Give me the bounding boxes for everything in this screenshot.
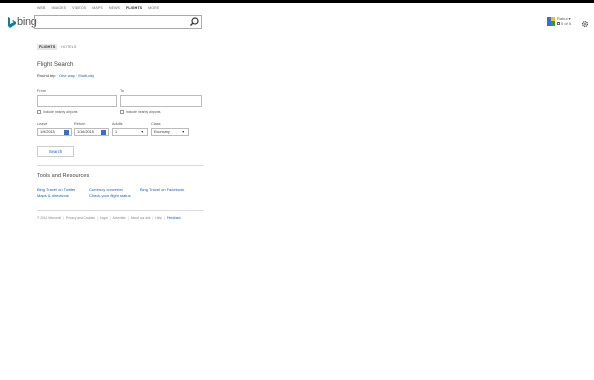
vertical-nav: WEB IMAGES VIDEOS MAPS NEWS FLIGHTS MORE <box>37 6 159 10</box>
travel-tabs: FLIGHTS HOTELS <box>37 44 78 50</box>
class-select[interactable]: Economy ▼ <box>151 128 189 136</box>
search-input[interactable] <box>34 15 202 29</box>
bing-logo[interactable]: bing <box>7 16 37 28</box>
nearby-from-checkbox[interactable]: Include nearby airports <box>37 110 78 114</box>
nav-web[interactable]: WEB <box>37 6 46 10</box>
about-ads-link[interactable]: About our ads <box>131 216 151 220</box>
rewards-count: 0 of 5 <box>561 20 572 26</box>
bing-b-icon <box>8 16 16 28</box>
search-icon[interactable] <box>189 17 199 27</box>
from-label: From <box>37 89 46 93</box>
nav-more[interactable]: MORE <box>148 6 159 10</box>
tools-heading: Tools and Resources <box>37 173 90 179</box>
chevron-down-icon: ▼ <box>181 130 185 134</box>
leave-label: Leave <box>37 122 48 126</box>
advertise-link[interactable]: Advertise <box>113 216 126 220</box>
maps-link[interactable]: Maps & directions <box>37 193 69 198</box>
gear-icon[interactable] <box>581 20 589 28</box>
footer-sep: | <box>152 216 154 220</box>
feedback-link[interactable]: Feedback <box>167 216 181 220</box>
class-label: Class <box>151 122 161 126</box>
user-account[interactable]: Rahul ▾ 0 of 5 <box>547 16 572 26</box>
from-field[interactable] <box>37 95 117 107</box>
help-link[interactable]: Help <box>155 216 162 220</box>
flight-status-link[interactable]: Check your flight status <box>89 193 131 198</box>
rewards-icon <box>557 22 560 26</box>
class-value: Economy <box>154 130 170 134</box>
adults-select[interactable]: 1 ▼ <box>112 128 148 136</box>
to-label: To <box>120 89 125 93</box>
top-black-bar <box>0 0 594 3</box>
adults-value: 1 <box>115 130 118 134</box>
trip-round[interactable]: Round trip <box>37 73 55 78</box>
nav-maps[interactable]: MAPS <box>92 6 103 10</box>
nearby-to-checkbox[interactable]: Include nearby airports <box>120 110 161 114</box>
footer: © 2014 Microsoft | Privacy and Cookies |… <box>37 216 181 220</box>
footer-sep: | <box>97 216 98 220</box>
trip-multicity[interactable]: Multi-city <box>78 73 94 78</box>
leave-date-input[interactable]: 1/9/2015 <box>37 128 72 136</box>
trip-oneway[interactable]: One way <box>59 73 75 78</box>
checkbox-box[interactable] <box>37 110 41 114</box>
search-button[interactable]: Search <box>37 146 74 157</box>
nav-news[interactable]: NEWS <box>109 6 120 10</box>
footer-sep: | <box>127 216 129 220</box>
footer-sep: | <box>109 216 111 220</box>
nav-videos[interactable]: VIDEOS <box>72 6 86 10</box>
chevron-down-icon: ▼ <box>140 130 144 134</box>
checkbox-box[interactable] <box>120 110 124 114</box>
nearby-to-label: Include nearby airports <box>126 110 161 114</box>
calendar-icon[interactable] <box>64 130 69 135</box>
return-label: Return <box>74 122 86 126</box>
leave-date-value: 1/9/2015 <box>40 130 55 134</box>
page-title: Flight Search <box>37 61 74 68</box>
tab-flights[interactable]: FLIGHTS <box>37 44 58 50</box>
footer-sep: | <box>63 216 64 220</box>
to-field[interactable] <box>120 95 202 107</box>
divider <box>37 210 204 211</box>
tab-hotels[interactable]: HOTELS <box>59 44 78 50</box>
adults-label: Adults <box>112 122 123 126</box>
divider <box>37 165 204 166</box>
trip-type-selector: Round trip · One way · Multi-city <box>37 73 94 78</box>
privacy-link[interactable]: Privacy and Cookies <box>66 216 95 220</box>
return-date-input[interactable]: 1/16/2015 <box>74 128 109 136</box>
nav-flights[interactable]: FLIGHTS <box>126 6 142 10</box>
currency-link[interactable]: Currency converter <box>89 187 123 192</box>
calendar-icon[interactable] <box>101 130 106 135</box>
copyright: © 2014 Microsoft <box>37 216 62 220</box>
facebook-link[interactable]: Bing Travel on Facebook <box>140 187 184 192</box>
footer-sep: | <box>163 216 165 220</box>
return-date-value: 1/16/2015 <box>77 130 94 134</box>
nav-images[interactable]: IMAGES <box>52 6 67 10</box>
twitter-link[interactable]: Bing Travel on Twitter <box>37 187 75 192</box>
nearby-from-label: Include nearby airports <box>43 110 78 114</box>
legal-link[interactable]: Legal <box>100 216 108 220</box>
avatar <box>547 17 555 26</box>
